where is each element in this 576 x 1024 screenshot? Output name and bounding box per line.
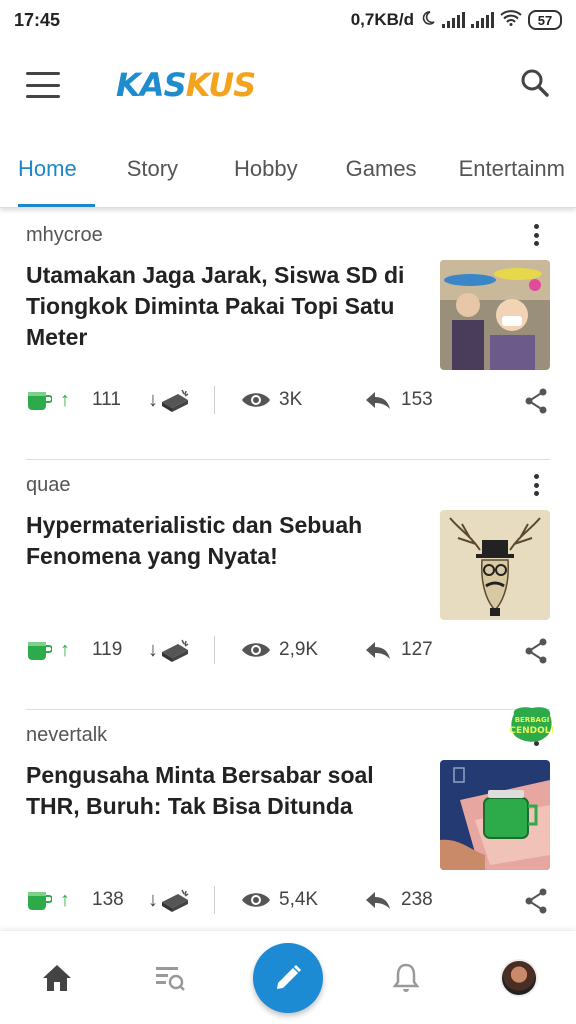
status-indicators: 0,7KB/d 57 [350, 9, 562, 31]
downvote-brick-icon[interactable]: ↓ [148, 888, 190, 912]
tab-entertainment[interactable]: Entertainm [435, 130, 576, 207]
thread-stats: ↑ 138 ↓ 5,4K 238 [26, 878, 550, 922]
thread-title[interactable]: Utamakan Jaga Jarak, Siswa SD di Tiongko… [26, 260, 416, 353]
tab-label: Entertainm [458, 155, 565, 181]
upvote-arrow-icon[interactable]: ↑ [60, 889, 70, 912]
stats-divider [214, 386, 215, 414]
status-time: 17:45 [14, 9, 61, 30]
view-count: 3K [241, 389, 351, 411]
reply-count[interactable]: 153 [365, 389, 465, 411]
signal-icon-2 [471, 12, 494, 28]
thread-stats: ↑ 111 ↓ 3K 153 [26, 378, 550, 422]
eye-icon [242, 893, 270, 907]
app-header: KASKUS [0, 40, 576, 130]
stats-divider [214, 886, 215, 914]
logo-text-kas: KAS [116, 66, 187, 104]
eye-icon [242, 643, 270, 657]
reply-arrow-icon [366, 642, 390, 659]
share-icon[interactable] [524, 638, 548, 670]
reply-count[interactable]: 238 [365, 889, 465, 911]
moon-icon [420, 10, 436, 31]
reply-count-value: 153 [401, 389, 433, 410]
reply-count[interactable]: 127 [365, 639, 465, 661]
search-icon[interactable] [520, 68, 550, 103]
downvote-brick-icon[interactable]: ↓ [148, 638, 190, 662]
tab-hobby[interactable]: Hobby [196, 130, 316, 207]
tab-story[interactable]: Story [95, 130, 196, 207]
upvote-count: 119 [92, 639, 123, 660]
svg-text:CENDOL!: CENDOL! [510, 726, 554, 736]
reply-count-value: 238 [401, 889, 433, 910]
cendol-cup-icon [26, 888, 53, 912]
view-count-value: 3K [279, 389, 303, 410]
author-name[interactable]: mhycroe [26, 224, 103, 247]
reply-arrow-icon [366, 392, 390, 409]
bottom-navigation [0, 930, 576, 1024]
user-avatar [500, 958, 539, 997]
reply-count-value: 127 [401, 639, 433, 660]
thread-thumbnail[interactable] [440, 760, 550, 870]
view-count-value: 5,4K [279, 889, 319, 910]
wifi-icon [500, 9, 522, 31]
reply-arrow-icon [366, 892, 390, 909]
cendol-cup-icon [26, 638, 53, 662]
thread-card[interactable]: quae Hypermaterialistic dan Sebuah Fenom… [26, 460, 550, 710]
stats-divider [214, 636, 215, 664]
tab-label: Hobby [234, 155, 298, 181]
thread-thumbnail[interactable] [440, 510, 550, 620]
author-name[interactable]: nevertalk [26, 724, 107, 747]
thread-title[interactable]: Hypermaterialistic dan Sebuah Fenomena y… [26, 510, 416, 572]
thread-title[interactable]: Pengusaha Minta Bersabar soal THR, Buruh… [26, 760, 416, 822]
upvote-arrow-icon[interactable]: ↑ [60, 639, 70, 662]
menu-icon[interactable] [26, 72, 60, 98]
view-count: 5,4K [241, 889, 351, 911]
status-bar: 17:45 0,7KB/d 57 [0, 0, 576, 40]
upvote-count: 111 [92, 389, 121, 410]
logo-text-kus: KUS [185, 66, 257, 104]
bell-icon[interactable] [376, 948, 436, 1008]
share-icon[interactable] [524, 888, 548, 920]
more-options-icon[interactable] [534, 474, 540, 496]
svg-text:BERBAGI: BERBAGI [515, 716, 550, 724]
battery-indicator: 57 [528, 10, 562, 30]
tab-games[interactable]: Games [316, 130, 435, 207]
view-count: 2,9K [241, 639, 351, 661]
kaskus-logo[interactable]: KASKUS [116, 66, 257, 104]
eye-icon [242, 393, 270, 407]
author-name[interactable]: quae [26, 474, 71, 497]
upvote-arrow-icon[interactable]: ↑ [60, 389, 70, 412]
category-tabs: Home Story Hobby Games Entertainm [0, 130, 576, 208]
signal-icon-1 [442, 12, 465, 28]
tab-label: Story [126, 155, 179, 181]
upvote-count: 138 [92, 889, 124, 910]
downvote-brick-icon[interactable]: ↓ [148, 388, 190, 412]
home-icon[interactable] [27, 948, 87, 1008]
tab-home[interactable]: Home [0, 130, 95, 207]
cendol-cup-icon [26, 388, 53, 412]
network-speed: 0,7KB/d [350, 10, 414, 29]
more-options-icon[interactable] [534, 224, 540, 246]
thread-card[interactable]: nevertalk BERBAGI CENDOL! Pengusaha Mint… [26, 707, 555, 960]
berbagi-cendol-badge-icon[interactable]: BERBAGI CENDOL! [509, 706, 555, 744]
compose-pencil-icon[interactable] [252, 942, 323, 1013]
thread-card[interactable]: mhycroe Utamakan Jaga Jarak, Siswa SD di… [26, 210, 550, 460]
view-count-value: 2,9K [279, 639, 319, 660]
search-list-icon[interactable] [140, 948, 200, 1008]
share-icon[interactable] [524, 388, 548, 420]
thread-thumbnail[interactable] [440, 260, 550, 370]
thread-stats: ↑ 119 ↓ 2,9K 127 [26, 628, 550, 672]
thread-feed: mhycroe Utamakan Jaga Jarak, Siswa SD di… [0, 210, 576, 960]
avatar[interactable] [489, 948, 549, 1008]
tab-label: Games [345, 155, 417, 181]
tab-label: Home [18, 155, 77, 181]
